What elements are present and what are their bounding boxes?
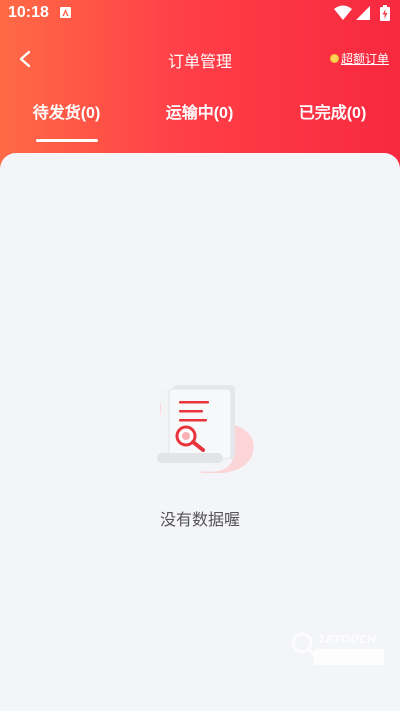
order-list-area[interactable]: 没有数据喔 18TOUCH [0, 153, 400, 711]
wifi-icon [334, 5, 352, 20]
empty-document-search-icon [157, 385, 254, 473]
order-status-tabs: 待发货(0) 运输中(0) 已完成(0) [0, 100, 400, 144]
tab-label: 已完成(0) [298, 105, 367, 122]
watermark-text: 18TOUCH [318, 633, 376, 646]
status-time: 10:18 [8, 4, 49, 21]
navbar: 订单管理 超额订单 [0, 40, 400, 78]
tab-in-transit[interactable]: 运输中(0) [133, 100, 266, 144]
excess-orders-link[interactable]: 超额订单 [329, 50, 389, 67]
tab-completed[interactable]: 已完成(0) [266, 100, 399, 144]
excess-orders-label: 超额订单 [340, 52, 389, 66]
coin-icon [329, 54, 339, 63]
empty-state-message: 没有数据喔 [159, 510, 240, 529]
app-notification-icon [60, 7, 71, 18]
tab-label: 运输中(0) [165, 105, 234, 122]
signal-icon [356, 6, 370, 20]
active-tab-indicator [36, 139, 98, 142]
status-bar: 10:18 [0, 0, 400, 28]
header: 10:18 订单管理 超额订单 待发货(0) 运输中(0) 已完成(0) [0, 0, 400, 175]
watermark-logo: 18TOUCH [291, 632, 384, 665]
tab-label: 待发货(0) [32, 105, 101, 122]
battery-icon [380, 5, 390, 21]
tab-pending-shipment[interactable]: 待发货(0) [0, 100, 133, 144]
